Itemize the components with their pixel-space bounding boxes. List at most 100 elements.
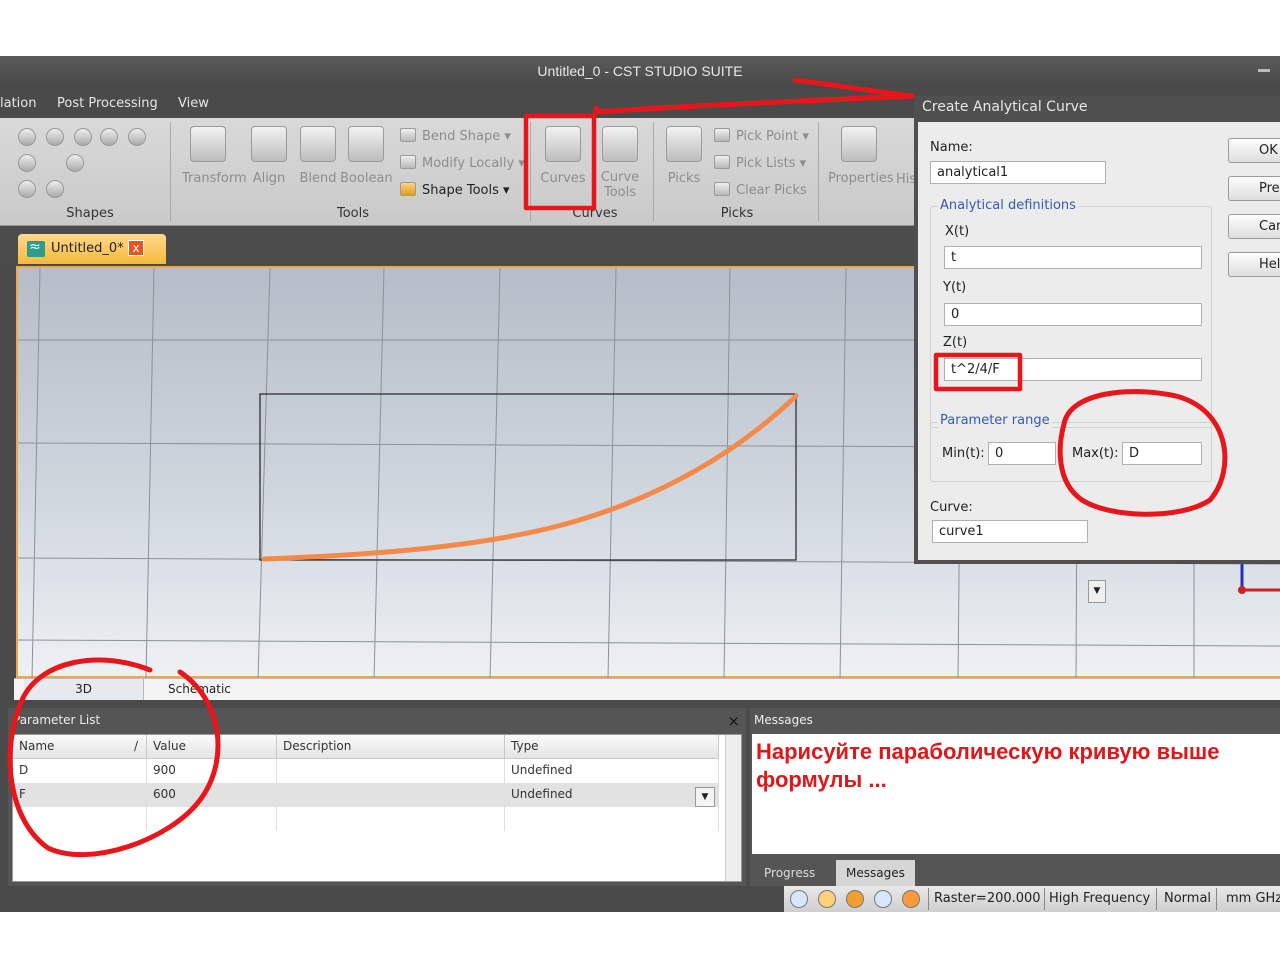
- sphere-icon[interactable]: [46, 128, 64, 146]
- parameter-list-panel: Parameter List × Name / Value Descriptio…: [8, 708, 746, 888]
- parameter-table: Name / Value Description Type D 900 Unde…: [12, 734, 742, 882]
- chevron-down-icon[interactable]: ▼: [1088, 580, 1106, 603]
- zoom-icon[interactable]: [790, 890, 808, 908]
- blend-button[interactable]: Blend: [292, 126, 344, 204]
- bend-shape-button[interactable]: Bend Shape ▾: [400, 128, 511, 144]
- blend-icon: [300, 126, 336, 162]
- clear-picks-label: Clear Picks: [736, 183, 807, 198]
- cell-name: [13, 807, 147, 831]
- document-tab-bar: Untitled_0* x: [0, 228, 920, 264]
- cell-type: [505, 807, 719, 831]
- tab-progress[interactable]: Progress: [754, 860, 825, 886]
- curve-select[interactable]: curve1: [932, 520, 1088, 543]
- line-icon[interactable]: [18, 180, 36, 198]
- group-separator: [818, 122, 819, 222]
- modify-locally-button[interactable]: Modify Locally ▾: [400, 155, 525, 171]
- pick-point-label: Pick Point: [736, 129, 799, 144]
- curve-tools-button[interactable]: Curve Tools: [594, 126, 646, 204]
- preview-button[interactable]: Previ: [1228, 176, 1280, 201]
- cell-type: Undefined: [505, 759, 719, 783]
- close-icon[interactable]: ×: [727, 709, 740, 733]
- shape-tools-button[interactable]: Shape Tools ▾: [400, 182, 510, 198]
- zoom-in-icon[interactable]: [874, 890, 892, 908]
- tab-schematic[interactable]: Schematic: [168, 679, 231, 700]
- name-field[interactable]: [930, 161, 1106, 184]
- messages-title: Messages: [754, 713, 813, 727]
- table-row[interactable]: D 900 Undefined: [13, 759, 719, 783]
- cancel-button[interactable]: Canc: [1228, 214, 1280, 239]
- pick-point-button[interactable]: Pick Point ▾: [714, 128, 809, 144]
- menu-view[interactable]: View: [178, 96, 209, 111]
- help-button[interactable]: Help: [1228, 252, 1280, 277]
- torus-icon[interactable]: [100, 128, 118, 146]
- align-button[interactable]: Align: [243, 126, 295, 204]
- curves-label: Curves: [540, 171, 586, 186]
- axes-icon: [1238, 564, 1280, 594]
- group-separator: [653, 122, 654, 222]
- transform-button[interactable]: Transform: [182, 126, 247, 204]
- tab-3d[interactable]: 3D: [24, 679, 144, 700]
- analytical-definitions-title: Analytical definitions: [938, 198, 1078, 213]
- column-header-name[interactable]: Name /: [13, 735, 147, 759]
- min-label: Min(t):: [942, 446, 985, 461]
- curves-button[interactable]: Curves: [537, 126, 589, 204]
- pick-point-icon: [714, 128, 730, 142]
- boolean-button[interactable]: Boolean: [340, 126, 393, 204]
- reset-view-icon[interactable]: [902, 890, 920, 908]
- group-separator: [530, 122, 531, 222]
- bend-shape-label: Bend Shape: [422, 129, 501, 144]
- create-analytical-curve-dialog: Create Analytical Curve Name: Analytical…: [914, 96, 1280, 564]
- cell-description: [277, 783, 505, 807]
- cell-value: 900: [147, 759, 277, 783]
- rotate-icon[interactable]: [128, 128, 146, 146]
- pan-icon[interactable]: [818, 890, 836, 908]
- document-tab[interactable]: Untitled_0* x: [18, 234, 166, 264]
- properties-button[interactable]: Properties: [828, 126, 894, 204]
- y-expression-field[interactable]: [944, 303, 1202, 326]
- dialog-body: Name: Analytical definitions X(t) Y(t) Z…: [918, 122, 1280, 560]
- arc-icon[interactable]: [46, 180, 64, 198]
- ok-button[interactable]: OK: [1228, 138, 1280, 163]
- table-row[interactable]: [13, 807, 719, 831]
- align-icon: [251, 126, 287, 162]
- parabolic-curve[interactable]: [261, 393, 799, 562]
- loft-icon[interactable]: [66, 154, 84, 172]
- table-row[interactable]: F 600 Undefined: [13, 783, 719, 807]
- menu-post-processing[interactable]: Post Processing: [57, 96, 158, 111]
- modify-locally-label: Modify Locally: [422, 156, 515, 171]
- column-header-type[interactable]: Type: [505, 735, 719, 759]
- sort-icon: /: [133, 739, 138, 753]
- curve-tools-icon: [602, 126, 638, 162]
- menu-simulation[interactable]: lation: [0, 96, 36, 111]
- shape-tools-label: Shape Tools: [422, 183, 499, 198]
- clear-picks-icon: [714, 182, 730, 196]
- separator: [1156, 888, 1157, 910]
- column-header-description[interactable]: Description: [277, 735, 505, 759]
- tab-messages[interactable]: Messages: [836, 860, 915, 886]
- extrude-icon[interactable]: [18, 154, 36, 172]
- cone-icon[interactable]: [74, 128, 92, 146]
- pick-lists-button[interactable]: Pick Lists ▾: [714, 155, 806, 171]
- picks-icon: [666, 126, 702, 162]
- solver-mode-status: High Frequency: [1049, 891, 1151, 906]
- x-expression-field[interactable]: [944, 246, 1202, 269]
- chevron-down-icon[interactable]: ▼: [695, 787, 715, 807]
- z-expression-field[interactable]: [944, 358, 1202, 381]
- minimize-icon[interactable]: [1258, 69, 1270, 72]
- clear-picks-button[interactable]: Clear Picks: [714, 182, 807, 198]
- max-field[interactable]: [1122, 442, 1202, 465]
- close-icon[interactable]: x: [128, 240, 144, 256]
- modify-locally-icon: [400, 155, 416, 169]
- dialog-title: Create Analytical Curve: [922, 99, 1088, 115]
- boolean-icon: [348, 126, 384, 162]
- column-header-value[interactable]: Value: [147, 735, 277, 759]
- picks-button[interactable]: Picks: [658, 126, 710, 204]
- separator: [1044, 888, 1045, 910]
- brick-icon[interactable]: [18, 128, 36, 146]
- curve-label: Curve:: [930, 500, 973, 515]
- rotate-view-icon[interactable]: [846, 890, 864, 908]
- group-label-shapes: Shapes: [66, 206, 114, 221]
- vertical-scrollbar[interactable]: [725, 735, 741, 881]
- parameter-list-title: Parameter List: [13, 713, 101, 727]
- min-field[interactable]: [988, 442, 1056, 465]
